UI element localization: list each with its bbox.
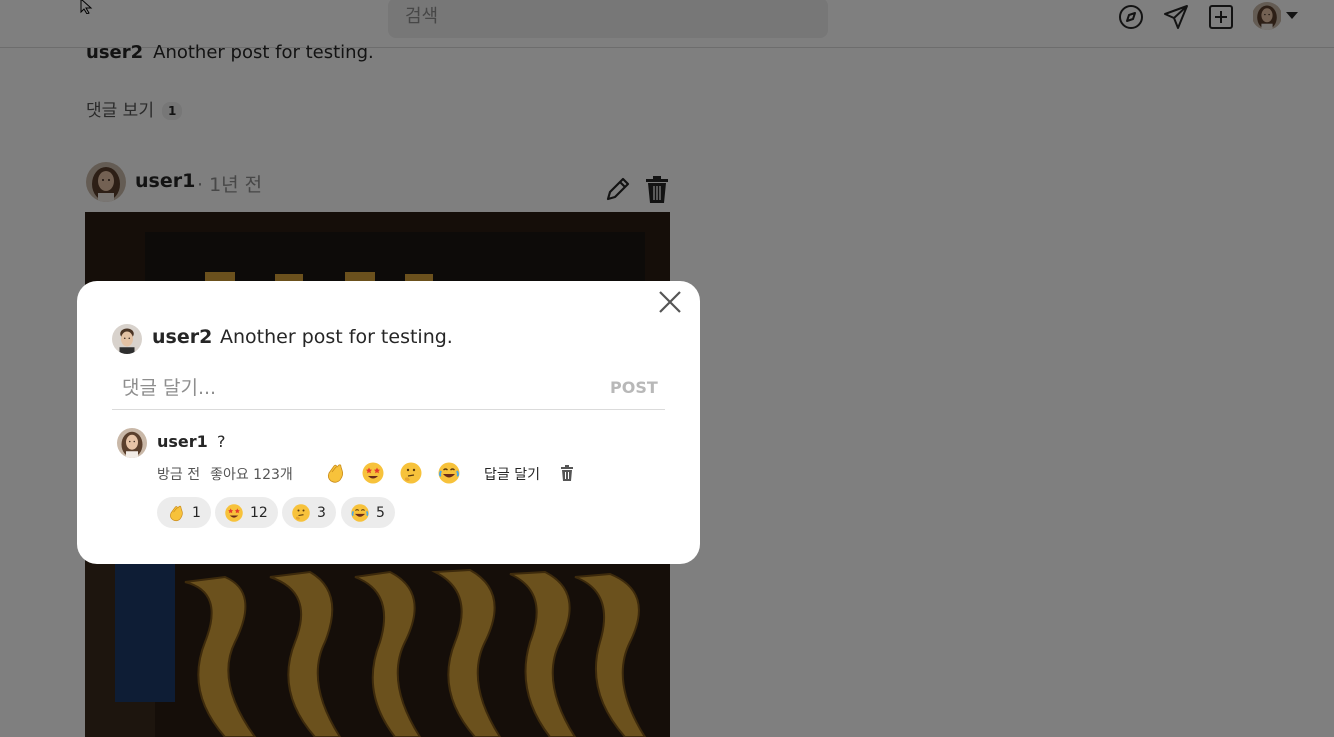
post-comment-button[interactable]: POST [610, 378, 658, 397]
reaction-chip-star-struck[interactable]: 12 [215, 497, 278, 528]
star-struck-icon [224, 503, 244, 523]
comment-meta: 방금 전 좋아요 123개 [157, 464, 303, 484]
joy-face-icon [350, 503, 370, 523]
divider [112, 409, 665, 410]
commenter-username[interactable]: user1 [157, 432, 208, 451]
thinking-face-icon [291, 503, 311, 523]
clapping-hands-icon [166, 503, 186, 523]
reply-button[interactable]: 답글 달기 [484, 464, 540, 484]
thinking-face-icon[interactable] [399, 461, 423, 485]
post-caption: Another post for testing. [220, 326, 453, 348]
clapping-hands-icon[interactable] [323, 461, 347, 485]
star-struck-icon[interactable] [361, 461, 385, 485]
reaction-chip-joy[interactable]: 5 [341, 497, 395, 528]
reaction-count: 1 [192, 504, 201, 521]
close-icon[interactable] [657, 289, 683, 315]
comment-text: ? [217, 432, 226, 451]
comment-like-count[interactable]: 좋아요 123개 [210, 467, 293, 483]
reaction-count: 5 [376, 504, 385, 521]
reaction-count: 3 [317, 504, 326, 521]
reaction-count: 12 [250, 504, 268, 521]
joy-face-icon[interactable] [437, 461, 461, 485]
reaction-chip-clap[interactable]: 1 [157, 497, 211, 528]
comment-timestamp: 방금 전 [157, 467, 201, 483]
commenter-avatar[interactable] [117, 428, 147, 458]
reaction-chip-thinking[interactable]: 3 [282, 497, 336, 528]
comment-input[interactable] [112, 369, 632, 407]
comments-modal: user2 Another post for testing. POST use… [77, 281, 700, 564]
post-author-avatar[interactable] [112, 324, 142, 354]
trash-icon[interactable] [560, 465, 574, 481]
post-author-username[interactable]: user2 [152, 326, 212, 348]
